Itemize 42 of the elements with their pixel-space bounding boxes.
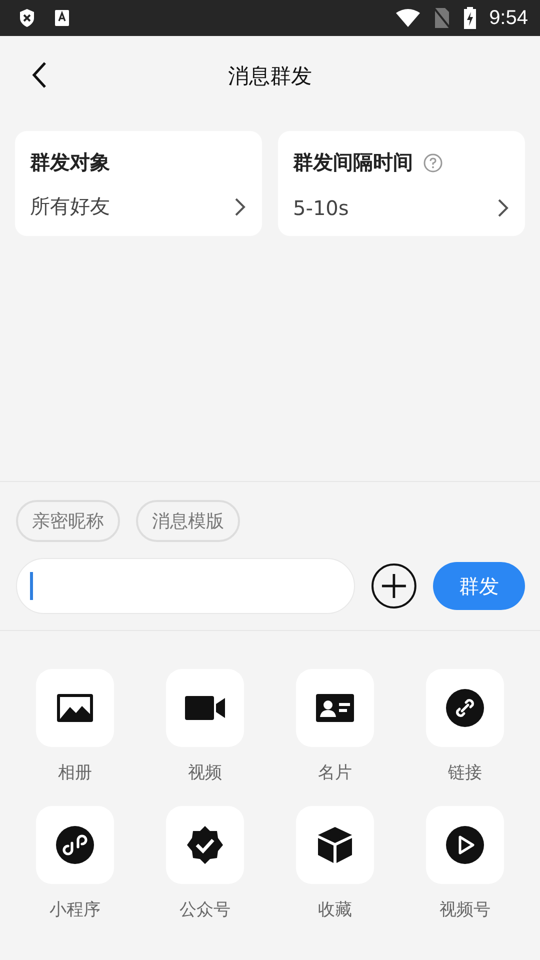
send-button[interactable]: 群发 [433,562,525,610]
action-label: 视频号 [440,899,490,921]
cube-icon [315,825,355,865]
play-icon [445,825,485,865]
setting-title: 群发间隔时间 [293,149,413,176]
battery-charging-icon [463,7,478,29]
action-label: 收藏 [318,899,352,921]
add-icon[interactable] [371,563,418,609]
setting-card[interactable]: 群发对象 所有好友 [15,131,262,236]
setting-card[interactable]: 群发间隔时间 5-10s [278,131,525,236]
action-tile[interactable] [426,669,504,747]
action-label: 公众号 [180,899,230,921]
link-icon [445,688,485,728]
back-icon[interactable] [31,61,47,89]
help-icon[interactable] [423,152,443,172]
template-chip[interactable]: 亲密昵称 [16,500,120,542]
text-icon [54,9,70,27]
wifi-icon [395,8,422,28]
chevron-right-icon [497,198,509,218]
template-chip[interactable]: 消息模版 [136,500,240,542]
action-tile[interactable] [426,806,504,884]
chevron-right-icon [234,196,246,216]
page-title: 消息群发 [228,62,312,90]
action-label: 名片 [318,762,352,784]
setting-title: 群发对象 [30,149,110,176]
action-tile[interactable] [296,669,374,747]
action-label: 链接 [448,762,482,784]
mini-program-icon [55,825,95,865]
action-tile[interactable] [36,669,114,747]
action-label: 视频 [188,762,222,784]
no-sim-icon [433,7,452,29]
verified-badge-icon [185,825,225,865]
setting-value: 5-10s [293,196,349,220]
setting-value: 所有好友 [30,193,110,220]
action-tile[interactable] [166,669,244,747]
action-tile[interactable] [296,806,374,884]
shield-icon [18,8,36,28]
action-tile[interactable] [36,806,114,884]
action-tile[interactable] [166,806,244,884]
status-time: 9:54 [489,6,528,30]
action-label: 小程序 [50,899,100,921]
action-label: 相册 [58,762,92,784]
